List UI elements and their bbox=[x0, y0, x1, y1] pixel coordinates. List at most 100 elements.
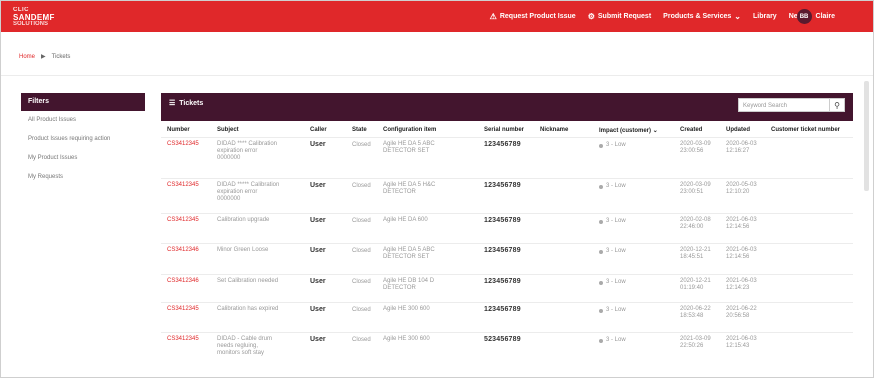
table-row[interactable]: CS3412345 Calibration has expired User Clos… bbox=[161, 306, 853, 338]
row-divider bbox=[161, 243, 853, 244]
column-header-updated[interactable]: Updated bbox=[726, 127, 750, 133]
ticket-configuration-item: Agile HE DA 5 ABC DETECTOR SET bbox=[383, 141, 435, 155]
ticket-serial-number: 123456789 bbox=[484, 217, 521, 224]
user-menu[interactable]: BB Claire bbox=[796, 9, 835, 24]
ticket-updated-line: 20:56:58 bbox=[726, 313, 750, 319]
ticket-created: 2020-12-21 18:45:51 bbox=[680, 247, 711, 261]
ticket-number-link[interactable]: CS3412345 bbox=[167, 182, 199, 189]
ticket-number-link[interactable]: CS3412345 bbox=[167, 217, 199, 224]
nav-library[interactable]: Library bbox=[753, 13, 777, 20]
ticket-subject-line: 0000000 bbox=[217, 196, 241, 202]
ticket-updated-line: 2021-06-03 bbox=[726, 278, 757, 284]
ticket-subject: Calibration has expired bbox=[217, 306, 278, 313]
ticket-created-line: 18:45:51 bbox=[680, 254, 704, 260]
nav-submit-request[interactable]: ⚙ Submit Request bbox=[588, 12, 651, 21]
ticket-updated-line: 12:14:56 bbox=[726, 224, 750, 230]
ticket-created-line: 2020-06-22 bbox=[680, 306, 711, 312]
ticket-created: 2020-06-22 18:53:48 bbox=[680, 306, 711, 320]
ticket-created-line: 22:50:26 bbox=[680, 343, 704, 349]
impact-dot-icon bbox=[599, 280, 603, 285]
ticket-impact: 3 - Low bbox=[599, 142, 626, 149]
ticket-configuration-item-line: Agile HE DB 104 D bbox=[383, 278, 435, 284]
ticket-subject-line: Calibration has expired bbox=[217, 306, 279, 312]
impact-label: 3 - Low bbox=[606, 307, 626, 313]
ticket-configuration-item-line: Agile HE 300 600 bbox=[383, 336, 430, 342]
sidebar-item-my-product-issues[interactable]: My Product Issues bbox=[21, 149, 145, 168]
column-header-impact[interactable]: Impact (customer) ⌄ bbox=[599, 127, 658, 134]
impact-dot-icon bbox=[599, 308, 603, 313]
ticket-subject-line: monitors soft stay bbox=[217, 350, 265, 356]
ticket-subject-line: Minor Green Loose bbox=[217, 247, 269, 253]
search-input[interactable]: Keyword Search bbox=[738, 98, 830, 112]
ticket-subject-line: expiration error bbox=[217, 189, 258, 195]
ticket-subject: Calibration upgrade bbox=[217, 217, 269, 224]
sidebar-item-issues-requiring-action[interactable]: Product Issues requiring action bbox=[21, 130, 145, 149]
column-header-subject[interactable]: Subject bbox=[217, 127, 239, 133]
ticket-number-link[interactable]: CS3412345 bbox=[167, 141, 199, 148]
ticket-caller: User bbox=[310, 336, 326, 343]
ticket-created-line: 22:46:00 bbox=[680, 224, 704, 230]
column-header-state[interactable]: State bbox=[352, 127, 367, 133]
table-row[interactable]: CS3412345 Calibration upgrade User Closed Ag… bbox=[161, 217, 853, 249]
main-nav: ⚠ Request Product Issue ⚙ Submit Request… bbox=[490, 1, 807, 32]
ticket-number-link[interactable]: CS3412346 bbox=[167, 278, 199, 285]
ticket-serial-number: 123456789 bbox=[484, 141, 521, 148]
ticket-subject: Set Calibration needed bbox=[217, 278, 278, 285]
ticket-caller: User bbox=[310, 306, 326, 313]
filters-sidebar: Filters All Product Issues Product Issue… bbox=[21, 93, 145, 187]
ticket-created: 2020-03-09 23:00:56 bbox=[680, 141, 711, 155]
ticket-created-line: 23:00:56 bbox=[680, 148, 704, 154]
keyword-search: Keyword Search ⚲ bbox=[738, 98, 845, 112]
column-header-nickname[interactable]: Nickname bbox=[540, 127, 568, 133]
column-header-customer-ticket-number[interactable]: Customer ticket number bbox=[771, 127, 840, 133]
sidebar-title: Filters bbox=[21, 93, 145, 111]
breadcrumb-current: Tickets bbox=[51, 53, 71, 60]
column-header-serial-number[interactable]: Serial number bbox=[484, 127, 524, 133]
ticket-created-line: 2020-03-09 bbox=[680, 182, 711, 188]
nav-products-services[interactable]: Products & Services ⌄ bbox=[663, 12, 741, 21]
ticket-updated-line: 12:14:23 bbox=[726, 285, 750, 291]
sidebar-item-all-product-issues[interactable]: All Product Issues bbox=[21, 111, 145, 130]
row-divider bbox=[161, 213, 853, 214]
ticket-updated-line: 12:15:43 bbox=[726, 343, 750, 349]
search-button[interactable]: ⚲ bbox=[830, 98, 845, 112]
sidebar-item-my-requests[interactable]: My Requests bbox=[21, 168, 145, 187]
nav-request-product-issue[interactable]: ⚠ Request Product Issue bbox=[490, 12, 576, 21]
ticket-subject-line: Set Calibration needed bbox=[217, 278, 279, 284]
ticket-configuration-item-line: DETECTOR SET bbox=[383, 254, 430, 260]
ticket-subject: DIDAD **** Calibration expiration error 00… bbox=[217, 141, 277, 162]
ticket-subject: DIDAD ***** Calibration expiration error 0… bbox=[217, 182, 279, 203]
table-row[interactable]: CS3412345 DIDAD ***** Calibration expirati… bbox=[161, 182, 853, 214]
column-header-caller[interactable]: Caller bbox=[310, 127, 327, 133]
column-header-configuration-item[interactable]: Configuration item bbox=[383, 127, 436, 133]
table-row[interactable]: CS3412345 DIDAD - Cable drum needs regluin… bbox=[161, 336, 853, 368]
impact-dot-icon bbox=[599, 184, 603, 189]
ticket-subject-line: expiration error bbox=[217, 148, 258, 154]
ticket-state: Closed bbox=[352, 307, 371, 313]
ticket-number-link[interactable]: CS3412345 bbox=[167, 306, 199, 313]
table-row[interactable]: CS3412345 DIDAD **** Calibration expiratio… bbox=[161, 141, 853, 173]
ticket-caller: User bbox=[310, 141, 326, 148]
ticket-caller: User bbox=[310, 182, 326, 189]
ticket-updated-line: 12:16:27 bbox=[726, 148, 750, 154]
ticket-number-link[interactable]: CS3412346 bbox=[167, 247, 199, 254]
page-scrollbar[interactable] bbox=[864, 81, 869, 191]
logo-line-2: SANDEMF bbox=[13, 13, 55, 22]
logo-line-3: SOLUTIONS bbox=[13, 21, 49, 27]
ticket-updated-line: 2021-06-03 bbox=[726, 247, 757, 253]
ticket-updated: 2021-06-03 12:15:43 bbox=[726, 336, 757, 350]
ticket-configuration-item-line: Agile HE DA 5 ABC bbox=[383, 247, 435, 253]
impact-dot-icon bbox=[599, 249, 603, 254]
breadcrumb-home-link[interactable]: Home bbox=[19, 54, 35, 60]
chevron-down-icon: ⌄ bbox=[734, 12, 741, 21]
column-header-created[interactable]: Created bbox=[680, 127, 702, 133]
brand-logo[interactable]: CLIC SANDEMF SOLUTIONS bbox=[13, 7, 55, 28]
impact-label: 3 - Low bbox=[606, 337, 626, 343]
ticket-created-line: 01:19:40 bbox=[680, 285, 704, 291]
column-header-number[interactable]: Number bbox=[167, 127, 190, 133]
ticket-caller: User bbox=[310, 278, 326, 285]
impact-label: 3 - Low bbox=[606, 248, 626, 254]
ticket-serial-number: 523456789 bbox=[484, 336, 521, 343]
ticket-updated-line: 2021-06-22 bbox=[726, 306, 757, 312]
ticket-number-link[interactable]: CS3412345 bbox=[167, 336, 199, 343]
